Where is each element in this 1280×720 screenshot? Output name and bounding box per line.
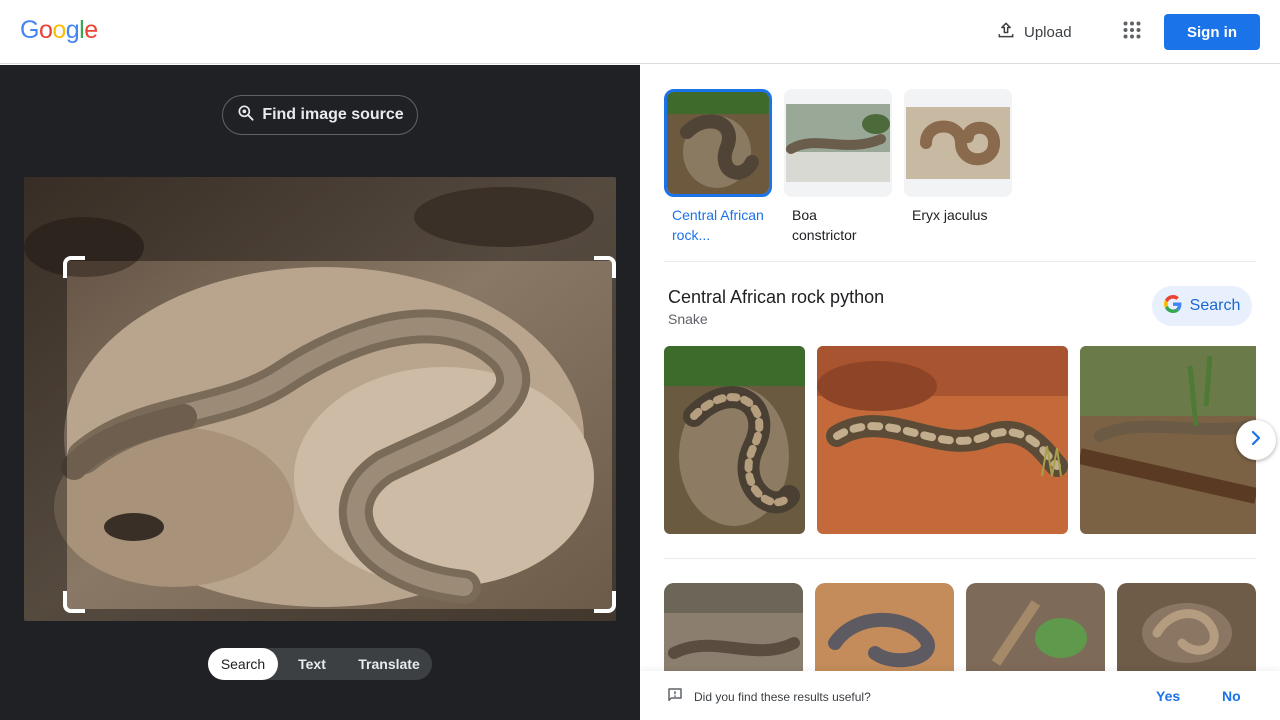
crop-handle-top-right[interactable]: [594, 256, 616, 278]
crop-handle-bottom-right[interactable]: [594, 591, 616, 613]
result-thumbnail[interactable]: [966, 583, 1105, 673]
apps-grid-icon: [1123, 21, 1141, 44]
find-image-source-label: Find image source: [262, 106, 404, 123]
crop-handle-bottom-left[interactable]: [63, 591, 85, 613]
divider: [664, 261, 1256, 262]
feedback-bar: Did you find these results useful? Yes N…: [640, 671, 1280, 720]
query-image[interactable]: [24, 177, 616, 621]
chevron-right-icon: [1248, 430, 1264, 451]
tab-translate[interactable]: Translate: [346, 648, 432, 680]
lens-search-icon: [236, 103, 256, 128]
divider: [664, 558, 1256, 559]
gallery-image[interactable]: [817, 346, 1068, 534]
google-apps-button[interactable]: [1114, 14, 1150, 50]
entity-chips: Central African rock... Boa constrictor …: [664, 89, 1012, 249]
knowledge-title: Central African rock python: [668, 287, 885, 307]
tab-search[interactable]: Search: [208, 648, 278, 680]
entity-eryx-jaculus[interactable]: Eryx jaculus: [904, 89, 1012, 249]
knowledge-search-button[interactable]: Search: [1152, 286, 1252, 326]
upload-button[interactable]: Upload: [986, 14, 1082, 50]
google-g-icon: [1163, 294, 1182, 318]
feedback-no-button[interactable]: No: [1222, 686, 1241, 706]
entity-boa-constrictor[interactable]: Boa constrictor: [784, 89, 892, 249]
visual-matches: [664, 583, 1256, 673]
crop-handle-top-left[interactable]: [63, 256, 85, 278]
knowledge-subtitle: Snake: [668, 311, 708, 327]
entity-thumbnail: [784, 89, 892, 197]
feedback-yes-button[interactable]: Yes: [1156, 686, 1180, 706]
upload-icon: [996, 20, 1016, 44]
sign-in-button[interactable]: Sign in: [1164, 14, 1260, 50]
find-image-source-button[interactable]: Find image source: [222, 95, 418, 135]
gallery-next-button[interactable]: [1236, 420, 1276, 460]
result-thumbnail[interactable]: [664, 583, 803, 673]
results-pane: Central African rock... Boa constrictor …: [640, 65, 1280, 720]
top-bar: Google Upload Sign in: [0, 0, 1280, 64]
query-image-pane: Find image source Search Text Translate: [0, 65, 640, 720]
tab-text[interactable]: Text: [278, 648, 346, 680]
logo-letter: o: [52, 16, 66, 44]
feedback-icon: [666, 686, 684, 709]
entity-thumbnail: [904, 89, 1012, 197]
image-gallery: [664, 346, 1256, 534]
google-logo[interactable]: Google: [20, 16, 98, 45]
logo-letter: G: [20, 16, 39, 44]
gallery-image[interactable]: [1080, 346, 1256, 534]
feedback-question: Did you find these results useful?: [694, 690, 871, 704]
gallery-image[interactable]: [664, 346, 805, 534]
logo-letter: o: [38, 16, 53, 44]
knowledge-search-label: Search: [1189, 297, 1241, 314]
entity-label: Eryx jaculus: [912, 207, 988, 223]
entity-label: Central African rock...: [664, 205, 772, 245]
entity-thumbnail: [664, 89, 772, 197]
result-thumbnail[interactable]: [1117, 583, 1256, 673]
entity-central-african-rock-python[interactable]: Central African rock...: [664, 89, 772, 249]
logo-letter: g: [65, 16, 80, 44]
mode-tabs: Search Text Translate: [208, 648, 432, 680]
entity-label-text: Central African rock...: [672, 207, 764, 243]
logo-letter: e: [84, 16, 98, 44]
upload-label: Upload: [1024, 23, 1072, 41]
entity-label: Boa constrictor: [792, 207, 857, 243]
result-thumbnail[interactable]: [815, 583, 954, 673]
